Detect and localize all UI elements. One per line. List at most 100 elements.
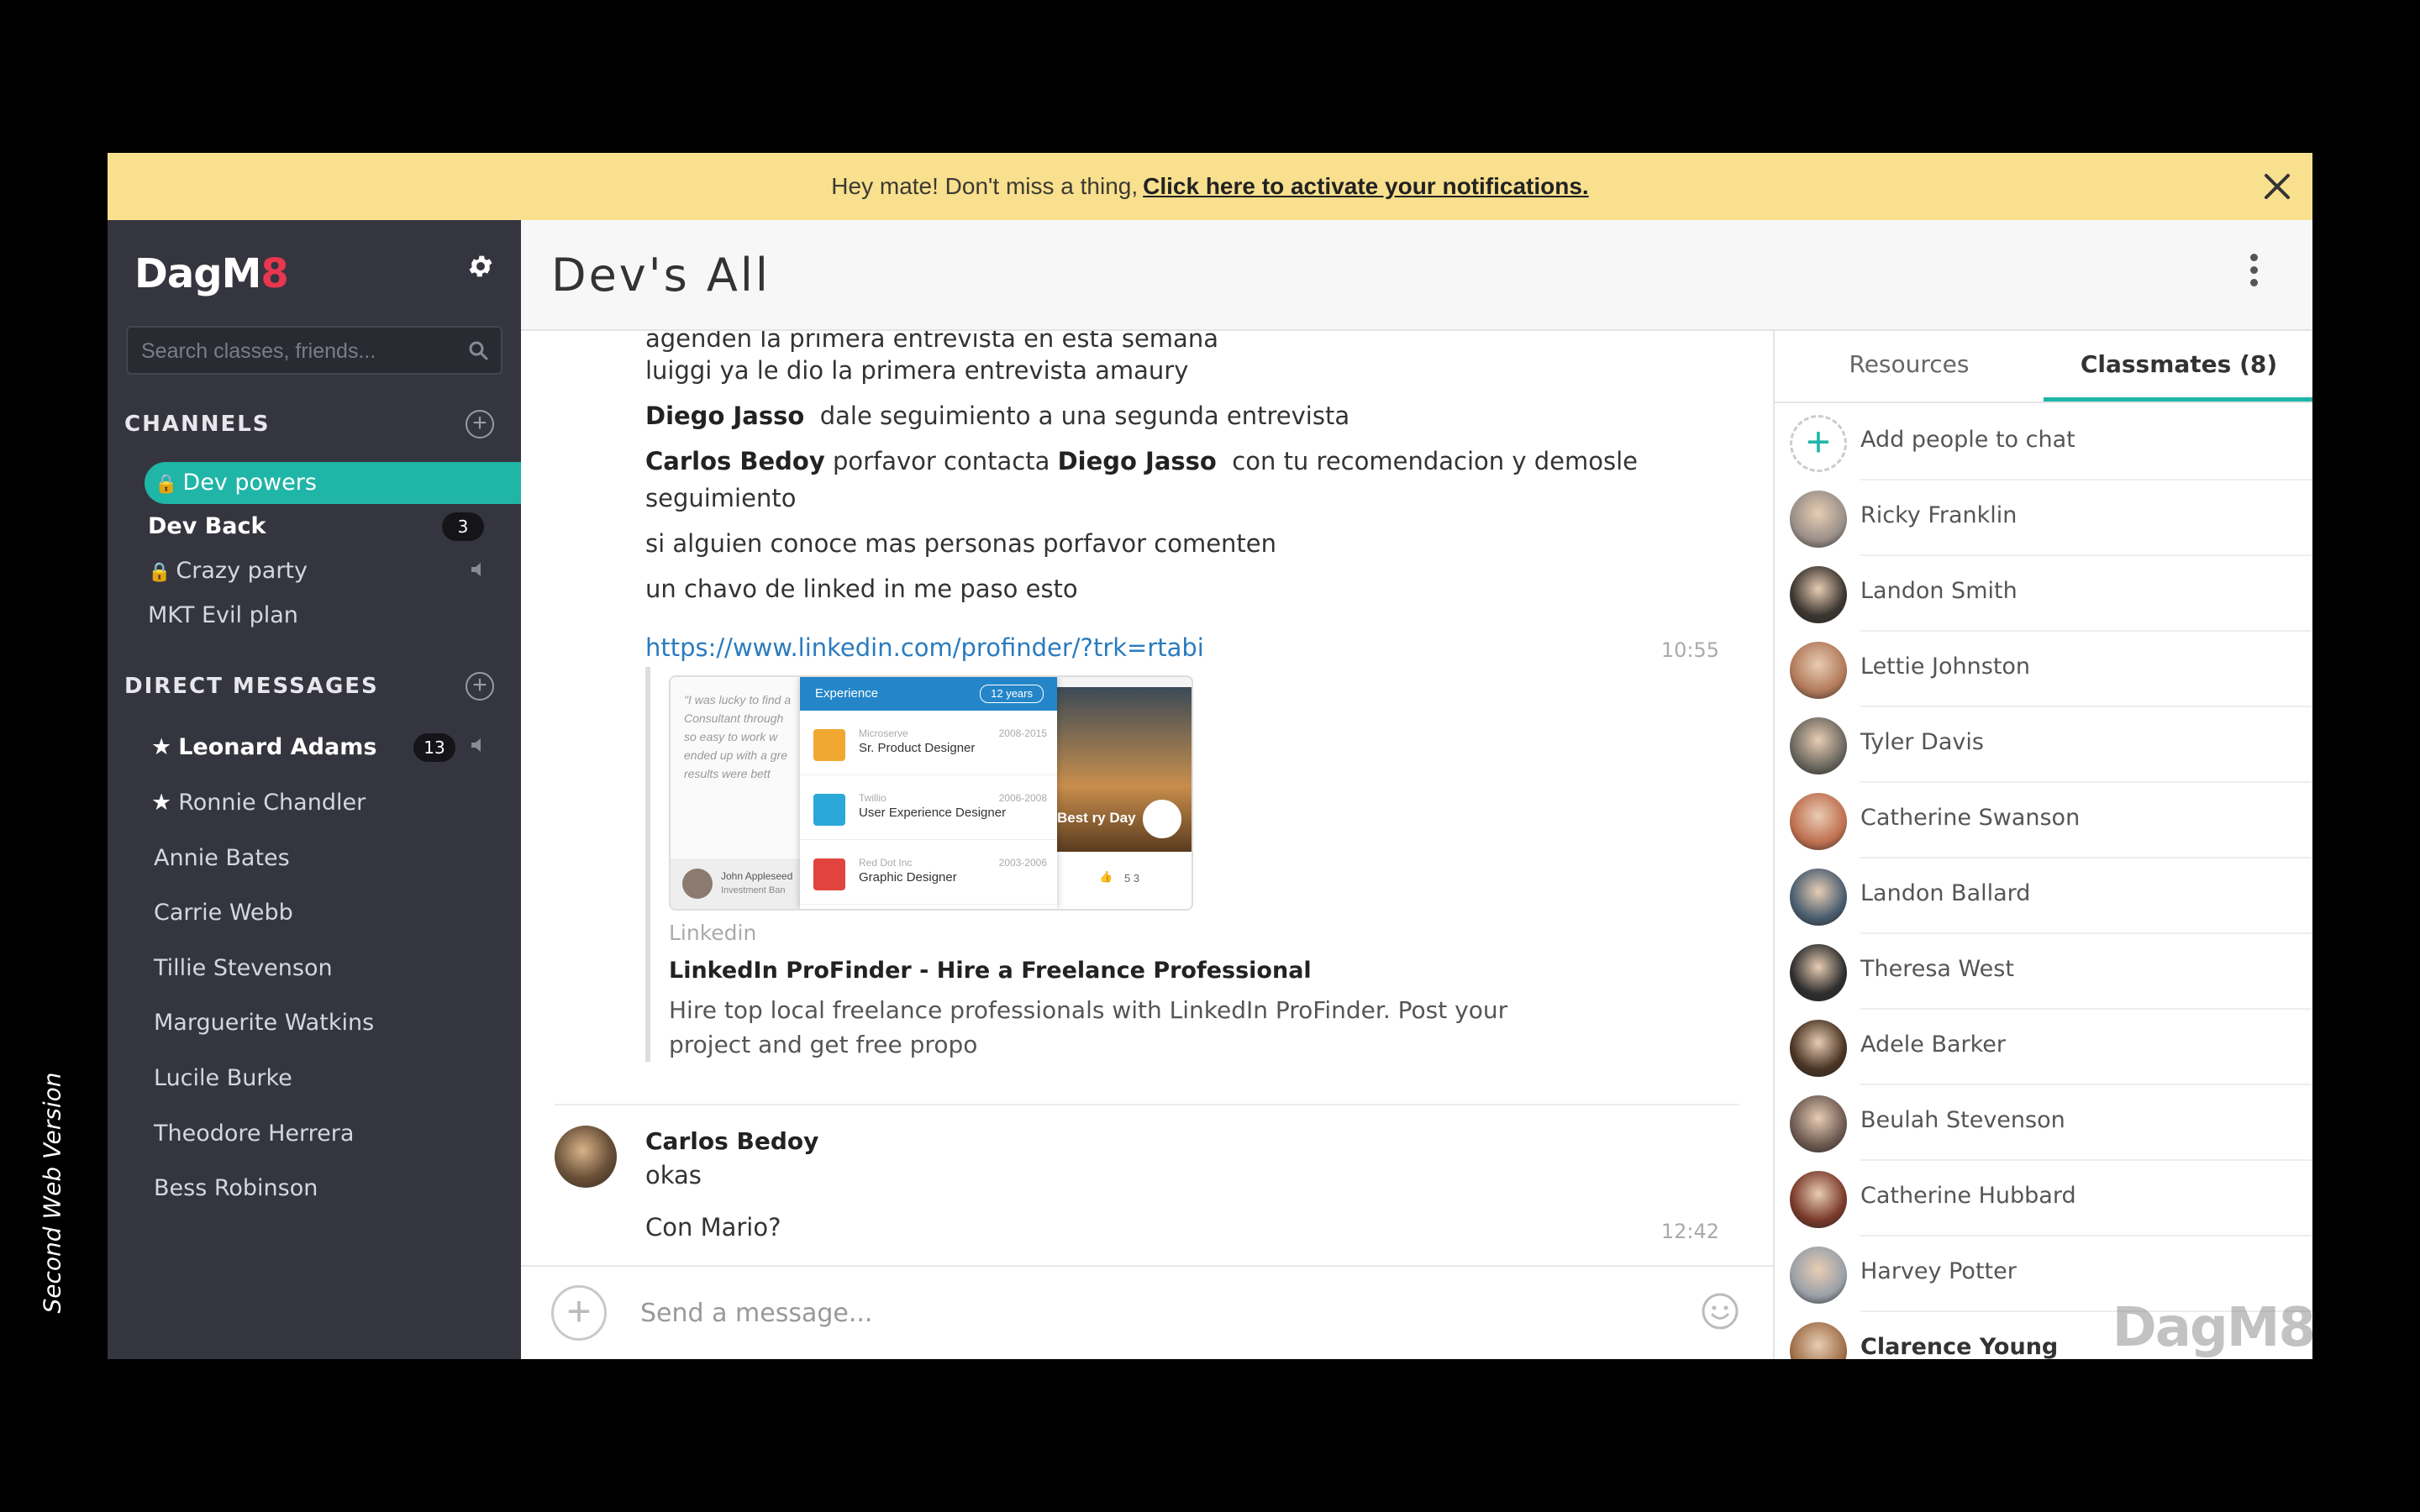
dm-marguerite-watkins[interactable]: Marguerite Watkins [154,1000,374,1047]
channel-header: Dev's All [521,220,2312,331]
unread-badge: 3 [442,512,484,541]
close-icon[interactable] [2257,166,2297,207]
search-input[interactable] [139,328,462,375]
channel-mkt-evil-plan[interactable]: MKT Evil plan [148,595,298,637]
message-text: seguimiento [645,484,797,512]
channel-dev-back[interactable]: Dev Back [148,506,266,548]
dm-leonard-adams[interactable]: ★ Leonard Adams [151,724,376,771]
avatar [1790,566,1847,623]
dm-lucile-burke[interactable]: Lucile Burke [154,1055,292,1102]
unread-badge: 13 [413,733,455,762]
classmate-row[interactable]: Beulah Stevenson [1775,1085,2312,1161]
testimonial-panel: "I was lucky to find a Consultant throug… [671,677,805,909]
message-text: un chavo de linked in me paso esto [645,575,1078,603]
preview-title[interactable]: LinkedIn ProFinder - Hire a Freelance Pr… [669,958,1312,984]
activate-notifications-link[interactable]: Click here to activate your notification… [1143,173,1589,200]
star-icon: ★ [151,734,172,760]
dm-bess-robinson[interactable]: Bess Robinson [154,1165,318,1212]
dm-ronnie-chandler[interactable]: ★ Ronnie Chandler [151,780,366,827]
sidebar: DagM8 CHANNELS + 🔒Dev powers Dev Back 3 … [108,220,521,1359]
lock-icon: 🔒 [155,474,178,495]
dm-annie-bates[interactable]: Annie Bates [154,835,290,882]
avatar[interactable] [555,1126,617,1188]
mention: Diego Jasso [645,402,805,430]
classmate-name: Catherine Hubbard [1860,1183,2076,1209]
company-icon [813,729,845,761]
add-direct-message-icon[interactable]: + [466,672,494,701]
add-channel-icon[interactable]: + [466,410,494,438]
app-window: Hey mate! Don't miss a thing, Click here… [108,153,2312,1359]
classmate-row[interactable]: Tyler Davis [1775,707,2312,783]
classmate-row[interactable]: Catherine Hubbard [1775,1161,2312,1236]
avatar [1790,944,1847,1001]
emoji-icon[interactable] [1701,1292,1739,1331]
classmate-name: Adele Barker [1860,1032,2006,1058]
classmate-name: Theresa West [1860,956,2014,982]
gear-icon[interactable] [464,252,497,286]
message-text: si alguien conoce mas personas porfavor … [645,529,1277,558]
avatar [1790,717,1847,774]
message-composer: + [521,1265,1773,1359]
channels-heading: CHANNELS [124,412,271,437]
preview-photo: Best ry Day [1057,687,1192,852]
classmate-row[interactable]: Theresa West [1775,934,2312,1010]
classmate-row[interactable]: Landon Ballard [1775,858,2312,934]
classmate-name: Landon Smith [1860,578,2018,604]
avatar [1790,869,1847,926]
experience-card: Experience 12 years Microserve Sr. Produc… [800,677,1057,909]
main-area: Dev's All agenden la primera entrevista … [521,220,2312,1359]
preview-description: Hire top local freelance professionals w… [669,996,1508,1058]
tab-resources[interactable]: Resources [1775,331,2044,402]
dm-theodore-herrera[interactable]: Theodore Herrera [154,1110,354,1158]
classmate-row[interactable]: Ricky Franklin [1775,480,2312,556]
channel-dev-powers[interactable]: 🔒 Dev powers [145,462,521,504]
message-text: Carlos Bedoy porfavor contacta Diego Jas… [645,447,1638,475]
testimonial-author: John Appleseed Investment Ban [671,858,805,909]
experience-row: Twillio User Experience Designer 2006-20… [800,775,1057,840]
experience-row: Red Dot Inc Graphic Designer 2003-2006 [800,840,1057,905]
message-list[interactable]: agenden la primera entrevista en esta se… [521,331,1773,1265]
classmate-row[interactable]: Adele Barker [1775,1010,2312,1085]
classmate-name: Catherine Swanson [1860,805,2081,831]
avatar [1790,491,1847,548]
dm-tillie-stevenson[interactable]: Tillie Stevenson [154,945,333,992]
add-people-row[interactable]: + Add people to chat [1775,405,2312,480]
author-role: Investment Ban [721,885,786,895]
avatar [1143,800,1181,838]
dm-carrie-webb[interactable]: Carrie Webb [154,890,293,937]
preview-source: Linkedin [669,921,757,945]
message-divider [555,1104,1739,1105]
message-input[interactable] [639,1287,1650,1339]
lock-icon: 🔒 [148,562,171,583]
classmate-row[interactable]: Landon Smith [1775,556,2312,632]
link-preview-image[interactable]: "I was lucky to find a Consultant throug… [669,675,1193,911]
avatar [1790,1095,1847,1152]
right-panel: Resources Classmates (8) + Add people to… [1773,331,2312,1359]
target-icon [813,858,845,890]
stats-count: 5 3 [1124,872,1140,885]
search-icon[interactable] [467,339,489,361]
channel-crazy-party[interactable]: 🔒 Crazy party [148,550,308,592]
message-text: luiggi ya le dio la primera entrevista a… [645,356,1189,385]
attach-plus-icon[interactable]: + [551,1285,607,1341]
add-person-icon[interactable]: + [1790,415,1847,472]
more-options-icon[interactable] [2245,254,2262,296]
avatar [1790,793,1847,850]
classmate-row[interactable]: Lettie Johnston [1775,632,2312,707]
shared-link[interactable]: https://www.linkedin.com/profinder/?trk=… [645,633,1204,662]
message-text: okas [645,1161,702,1189]
avatar [1790,1171,1847,1228]
message-sender[interactable]: Carlos Bedoy [645,1127,818,1155]
search-box [126,326,502,375]
photo-stats: 👍 5 3 [1057,852,1192,909]
classmate-name: Beulah Stevenson [1860,1107,2065,1133]
message-text: Con Mario? [645,1213,781,1242]
tab-classmates[interactable]: Classmates (8) [2044,331,2312,402]
classmate-row[interactable]: Catherine Swanson [1775,783,2312,858]
avatar [1790,1020,1847,1077]
author-name: John Appleseed [721,870,793,882]
message-timestamp: 10:55 [1660,638,1719,662]
panel-tabs: Resources Classmates (8) [1775,331,2312,403]
thumbs-up-icon: 👍 [1099,870,1113,883]
side-caption: Second Web Version [38,1072,66,1314]
